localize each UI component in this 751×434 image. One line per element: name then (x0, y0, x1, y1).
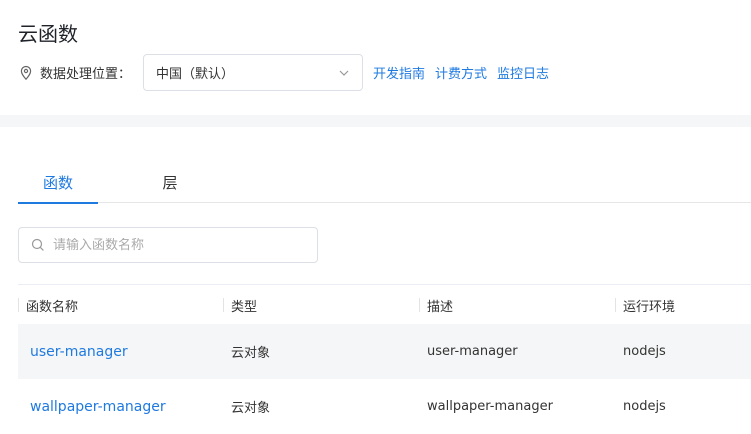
search-box[interactable] (18, 227, 318, 263)
search-input[interactable] (53, 237, 283, 253)
function-runtime: nodejs (623, 344, 666, 359)
column-header-type: 类型 (223, 285, 419, 325)
column-header-name: 函数名称 (18, 285, 223, 325)
monitor-log-link[interactable]: 监控日志 (497, 63, 549, 82)
column-header-runtime: 运行环境 (615, 285, 751, 325)
section-divider-band (0, 115, 751, 127)
search-icon (31, 238, 45, 252)
function-description: wallpaper-manager (427, 399, 553, 414)
function-type: 云对象 (231, 346, 271, 361)
region-select[interactable]: 中国（默认） (143, 54, 364, 91)
page-title: 云函数 (18, 22, 78, 46)
functions-table: 函数名称 类型 描述 运行环境 user-manager 云对象 user-ma… (18, 284, 751, 434)
tab-functions[interactable]: 函数 (18, 160, 98, 204)
location-pin-icon (18, 65, 34, 81)
table-row: wallpaper-manager 云对象 wallpaper-manager … (18, 379, 751, 434)
tabs: 函数 层 (18, 160, 751, 204)
tab-layers[interactable]: 层 (130, 160, 210, 203)
column-header-description: 描述 (419, 285, 615, 325)
function-runtime: nodejs (623, 399, 666, 414)
dev-guide-link[interactable]: 开发指南 (373, 63, 425, 82)
table-header: 函数名称 类型 描述 运行环境 (18, 284, 751, 324)
region-select-value: 中国（默认） (156, 67, 235, 82)
region-label: 数据处理位置： (40, 67, 132, 82)
table-row: user-manager 云对象 user-manager nodejs (18, 324, 751, 379)
function-description: user-manager (427, 344, 518, 359)
function-name-link[interactable]: user-manager (18, 324, 223, 379)
region-row: 数据处理位置： 中国（默认） 开发指南 计费方式 监控日志 (18, 54, 751, 91)
billing-link[interactable]: 计费方式 (435, 63, 487, 82)
function-type: 云对象 (231, 401, 271, 416)
function-name-link[interactable]: wallpaper-manager (18, 379, 223, 434)
chevron-down-icon (338, 67, 350, 79)
